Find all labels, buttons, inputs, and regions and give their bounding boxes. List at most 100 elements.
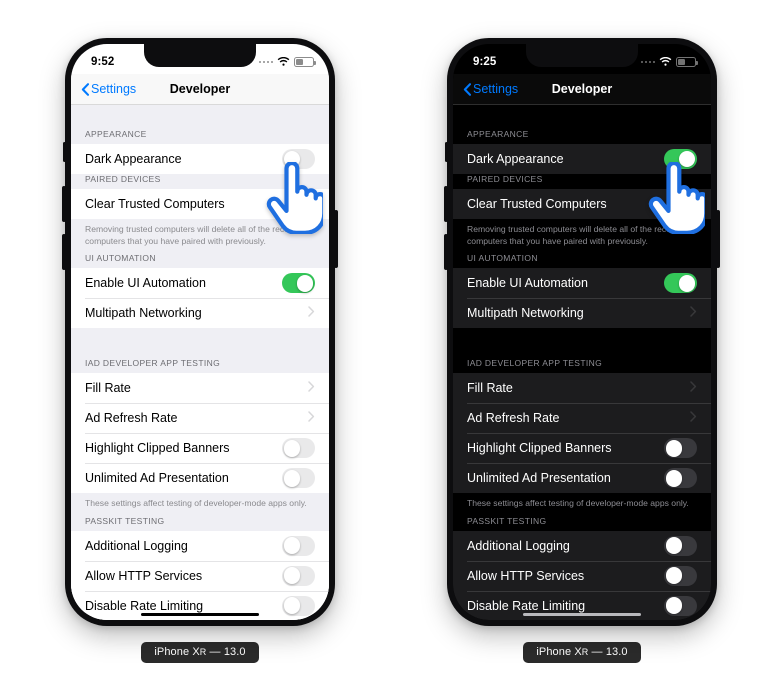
back-button[interactable]: Settings xyxy=(463,82,518,96)
device-caption: iPhone XR — 13.0 xyxy=(523,642,641,663)
toggle-knob xyxy=(665,469,683,487)
table-row[interactable]: Fill Rate xyxy=(71,373,329,404)
row-label: Unlimited Ad Presentation xyxy=(85,471,229,486)
table-row[interactable]: Highlight Clipped Banners xyxy=(453,433,711,464)
home-indicator[interactable] xyxy=(523,612,641,616)
toggle-switch[interactable] xyxy=(282,149,315,169)
chevron-left-icon xyxy=(81,82,89,96)
toggle-switch[interactable] xyxy=(282,438,315,459)
phone-screen: 9:25 Settings Developer APPEARANCE Dark Appe… xyxy=(453,44,711,620)
table-row[interactable]: Multipath Networking xyxy=(71,298,329,329)
chevron-right-icon xyxy=(690,306,697,317)
section-footer: Removing trusted computers will delete a… xyxy=(467,224,693,246)
table-row[interactable]: Additional Logging xyxy=(71,530,329,561)
toggle-switch[interactable] xyxy=(282,565,315,586)
section-header-paired-devices: PAIRED DEVICES xyxy=(85,174,161,184)
table-row[interactable]: Clear Trusted Computers xyxy=(453,189,711,219)
disclosure-indicator xyxy=(308,379,315,397)
row-label: Additional Logging xyxy=(85,538,188,553)
battery-icon xyxy=(294,57,316,67)
row-label: Multipath Networking xyxy=(85,306,202,321)
toggle-switch[interactable] xyxy=(664,149,697,169)
home-indicator[interactable] xyxy=(141,612,259,616)
table-row[interactable]: Highlight Clipped Banners xyxy=(71,433,329,464)
table-row[interactable]: Allow HTTP Services xyxy=(71,560,329,591)
caption-version: — 13.0 xyxy=(588,646,628,658)
toggle-knob xyxy=(678,150,696,168)
section-header-ui-automation: UI AUTOMATION xyxy=(467,253,538,264)
toggle-switch[interactable] xyxy=(282,595,315,616)
section-header-appearance: APPEARANCE xyxy=(467,129,529,139)
table-row[interactable]: Enable UI Automation xyxy=(453,268,711,299)
toggle-switch[interactable] xyxy=(282,273,315,294)
voldn-button[interactable] xyxy=(62,234,66,270)
device-caption: iPhone XR — 13.0 xyxy=(141,642,259,663)
toggle-switch[interactable] xyxy=(664,595,697,616)
table-row[interactable]: Unlimited Ad Presentation xyxy=(71,463,329,494)
chevron-right-icon xyxy=(690,411,697,422)
voldn-button[interactable] xyxy=(444,234,448,270)
section-header-passkit-testing: PASSKIT TESTING xyxy=(467,515,547,526)
volup-button[interactable] xyxy=(62,186,66,222)
toggle-knob xyxy=(283,469,301,487)
chevron-right-icon xyxy=(308,381,315,392)
chevron-right-icon xyxy=(308,306,315,317)
section-header-appearance: APPEARANCE xyxy=(85,129,147,139)
disclosure-indicator xyxy=(308,304,315,322)
table-row[interactable]: Fill Rate xyxy=(453,373,711,404)
table-row[interactable]: Additional Logging xyxy=(453,530,711,561)
devices-stage: 9:52 Settings Developer APPEARANCE Dark Appe… xyxy=(0,0,782,700)
power-button[interactable] xyxy=(334,210,338,268)
toggle-knob xyxy=(283,150,301,168)
toggle-knob xyxy=(283,439,301,457)
table-row[interactable]: Ad Refresh Rate xyxy=(71,403,329,434)
row-label: Dark Appearance xyxy=(467,152,564,166)
row-label: Enable UI Automation xyxy=(85,276,206,291)
row-label: Enable UI Automation xyxy=(467,276,588,291)
toggle-switch[interactable] xyxy=(664,273,697,294)
toggle-knob xyxy=(296,274,314,292)
section-footer: These settings affect testing of develop… xyxy=(85,498,307,509)
section-header-passkit-testing: PASSKIT TESTING xyxy=(85,515,165,526)
caption-prefix: iPhone X xyxy=(536,646,582,658)
toggle-knob xyxy=(665,537,683,555)
toggle-knob xyxy=(283,537,301,555)
volup-button[interactable] xyxy=(444,186,448,222)
row-label: Disable Rate Limiting xyxy=(467,598,586,613)
silent-button[interactable] xyxy=(63,142,66,162)
row-label: Ad Refresh Rate xyxy=(467,411,560,426)
section-header-iad-developer-app-testing: IAD DEVELOPER APP TESTING xyxy=(467,358,603,369)
back-button[interactable]: Settings xyxy=(81,82,136,96)
navigation-bar: Settings Developer xyxy=(453,74,711,105)
section-footer: These settings affect testing of develop… xyxy=(467,498,689,509)
table-row[interactable]: Unlimited Ad Presentation xyxy=(453,463,711,494)
toggle-switch[interactable] xyxy=(282,468,315,489)
wifi-icon xyxy=(659,57,672,66)
table-row[interactable]: Ad Refresh Rate xyxy=(453,403,711,434)
table-row[interactable]: Clear Trusted Computers xyxy=(71,189,329,219)
phone-frame: 9:52 Settings Developer APPEARANCE Dark Appe… xyxy=(62,38,338,626)
row-label: Ad Refresh Rate xyxy=(85,411,178,426)
toggle-switch[interactable] xyxy=(664,438,697,459)
toggle-switch[interactable] xyxy=(664,535,697,556)
table-row[interactable]: Dark Appearance xyxy=(453,144,711,174)
status-time: 9:25 xyxy=(473,56,497,68)
row-label: Highlight Clipped Banners xyxy=(467,441,612,456)
silent-button[interactable] xyxy=(445,142,448,162)
status-indicators xyxy=(640,57,698,67)
chevron-left-icon xyxy=(463,82,471,96)
toggle-switch[interactable] xyxy=(664,468,697,489)
table-row[interactable]: Allow HTTP Services xyxy=(453,560,711,591)
table-row[interactable]: Enable UI Automation xyxy=(71,268,329,299)
settings-table[interactable]: APPEARANCE Dark Appearance PAIRED DEVICES C… xyxy=(71,105,329,620)
toggle-switch[interactable] xyxy=(664,565,697,586)
table-row[interactable]: Dark Appearance xyxy=(71,144,329,174)
table-row[interactable]: Multipath Networking xyxy=(453,298,711,329)
power-button[interactable] xyxy=(716,210,720,268)
settings-table[interactable]: APPEARANCE Dark Appearance PAIRED DEVICES C… xyxy=(453,105,711,620)
row-label: Allow HTTP Services xyxy=(85,568,203,583)
toggle-switch[interactable] xyxy=(282,535,315,556)
disclosure-indicator xyxy=(690,409,697,427)
